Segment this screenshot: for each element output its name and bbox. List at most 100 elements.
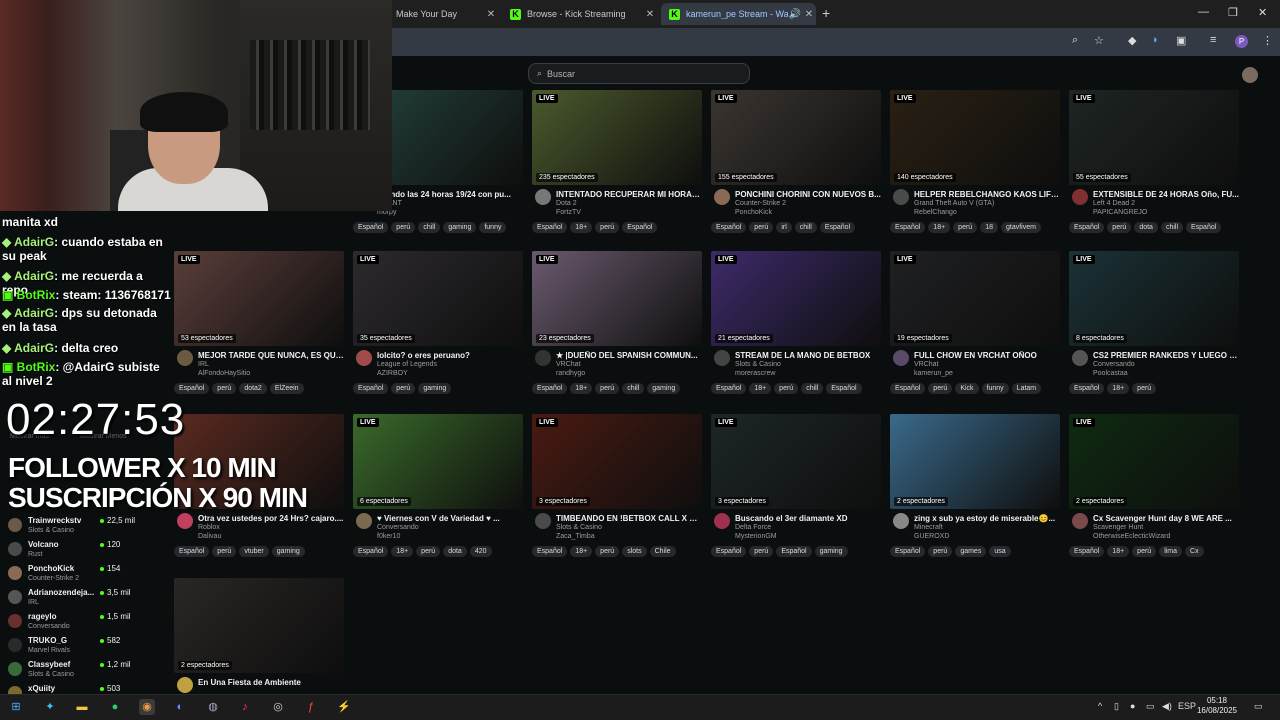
stream-thumbnail[interactable]: LIVE 53 espectadores: [174, 251, 344, 346]
stream-tag[interactable]: chill: [1160, 222, 1183, 233]
stream-tag[interactable]: perú: [212, 546, 237, 557]
stream-tag[interactable]: irl: [776, 222, 792, 233]
recommended-channel[interactable]: Adrianozendeja... IRL 3,5 mil: [8, 588, 131, 610]
stream-card[interactable]: LIVE 53 espectadores MEJOR TARDE QUE NUNCA…: [174, 251, 344, 394]
stream-tag[interactable]: gaming: [418, 383, 452, 394]
stream-tag[interactable]: usa: [989, 546, 1011, 557]
stream-card[interactable]: LIVE 21 espectadores STREAM DE LA MANO DE …: [711, 251, 881, 394]
stream-card[interactable]: LIVE 3 espectadores Buscando el 3er diaman…: [711, 414, 881, 557]
streamer-avatar[interactable]: [714, 350, 730, 366]
stream-category[interactable]: Minecraft: [914, 524, 943, 531]
stream-title[interactable]: Cx Scavenger Hunt day 8 WE ARE ...: [1093, 514, 1239, 523]
stream-thumbnail[interactable]: LIVE 140 espectadores: [890, 90, 1060, 185]
stream-category[interactable]: Grand Theft Auto V (GTA): [914, 200, 994, 207]
stream-tag[interactable]: games: [955, 546, 987, 557]
recommended-channel[interactable]: Classybeef Slots & Casino 1,2 mil: [8, 660, 131, 682]
tiktok-icon[interactable]: ♪: [237, 699, 253, 715]
stream-tag[interactable]: Español: [711, 222, 747, 233]
stream-thumbnail[interactable]: LIVE 8 espectadores: [1069, 251, 1239, 346]
tray-icon[interactable]: ▯: [1114, 701, 1119, 712]
stream-category[interactable]: Conversando: [1093, 361, 1135, 368]
streamer-name[interactable]: OtherwiseEclecticWizard: [1093, 533, 1170, 540]
stream-title[interactable]: Otra vez ustedes por 24 Hrs? cajaro....: [198, 514, 344, 523]
stream-title[interactable]: CS2 PREMIER RANKEDS Y LUEGO R...: [1093, 351, 1239, 360]
stream-tag[interactable]: dota2: [239, 383, 267, 394]
stream-thumbnail[interactable]: LIVE 19 espectadores: [890, 251, 1060, 346]
streamer-avatar[interactable]: [535, 350, 551, 366]
stream-thumbnail[interactable]: LIVE 235 espectadores: [532, 90, 702, 185]
stream-tag[interactable]: perú: [749, 222, 774, 233]
chrome-icon[interactable]: ◉: [139, 699, 155, 715]
stream-card[interactable]: LIVE 140 espectadores HELPER REBELCHANGO K…: [890, 90, 1060, 233]
stream-thumbnail[interactable]: LIVE 3 espectadores: [532, 414, 702, 509]
stream-tag[interactable]: 18+: [570, 222, 593, 233]
close-icon[interactable]: ✕: [484, 9, 498, 20]
stream-title[interactable]: lolcito? o eres peruano?: [377, 351, 523, 360]
stream-tag[interactable]: 18+: [928, 222, 951, 233]
streamer-name[interactable]: MysterionGM: [735, 533, 777, 540]
stream-tag[interactable]: perú: [212, 383, 237, 394]
stream-tag[interactable]: perú: [774, 383, 799, 394]
stream-title[interactable]: STREAM DE LA MANO DE BETBOX: [735, 351, 881, 360]
streamer-avatar[interactable]: [893, 350, 909, 366]
stream-tag[interactable]: perú: [749, 546, 774, 557]
streamer-name[interactable]: PonchoKick: [735, 209, 772, 216]
zoom-icon[interactable]: ⌕: [1072, 34, 1078, 47]
app-icon-2[interactable]: ⚡: [336, 699, 352, 715]
stream-tag[interactable]: 18: [980, 222, 998, 233]
speaker-icon[interactable]: 🔊: [788, 9, 802, 20]
minimize-button[interactable]: —: [1198, 6, 1209, 18]
taskbar-clock[interactable]: 05:18 16/08/2025: [1196, 696, 1238, 716]
stream-title[interactable]: INTENTADO RECUPERAR MI HORAR...: [556, 190, 702, 199]
app-icon[interactable]: ƒ: [303, 699, 319, 715]
stream-tag[interactable]: gaming: [443, 222, 477, 233]
stream-thumbnail[interactable]: LIVE 23 espectadores: [532, 251, 702, 346]
stream-category[interactable]: VRChat: [914, 361, 939, 368]
close-icon[interactable]: ✕: [802, 9, 816, 20]
streamer-name[interactable]: GUEROXD: [914, 533, 949, 540]
stream-card[interactable]: 2 espectadores En Una Fiesta de Ambiente: [174, 578, 344, 707]
stream-tag[interactable]: perú: [953, 222, 978, 233]
stream-thumbnail[interactable]: LIVE 155 espectadores: [711, 90, 881, 185]
streamer-name[interactable]: RebelChango: [914, 209, 957, 216]
stream-category[interactable]: Counter-Strike 2: [735, 200, 786, 207]
shield-icon[interactable]: ◗: [1152, 34, 1159, 46]
streamer-avatar[interactable]: [177, 513, 193, 529]
stream-category[interactable]: Dota 2: [556, 200, 577, 207]
stream-tag[interactable]: Chile: [649, 546, 676, 557]
stream-tag[interactable]: Latam: [1011, 383, 1042, 394]
stream-tag[interactable]: perú: [1132, 383, 1157, 394]
streamer-name[interactable]: AlFondoHaySitio: [198, 370, 250, 377]
stream-tag[interactable]: funny: [981, 383, 1009, 394]
copilot-icon[interactable]: ✦: [42, 699, 58, 715]
chevron-up-icon[interactable]: ^: [1098, 701, 1102, 711]
stream-tag[interactable]: Cx: [1185, 546, 1204, 557]
stream-tag[interactable]: Español: [711, 546, 747, 557]
discord-icon[interactable]: ◐: [172, 699, 188, 715]
stream-tag[interactable]: Español: [353, 546, 389, 557]
stream-title[interactable]: Buscando el 3er diamante XD: [735, 514, 881, 523]
microphone-icon[interactable]: ●: [1130, 701, 1135, 711]
stream-thumbnail[interactable]: LIVE 35 espectadores: [353, 251, 523, 346]
stream-tag[interactable]: gaming: [647, 383, 681, 394]
recommended-channel[interactable]: rageylo Conversando 1,5 mil: [8, 612, 131, 634]
stream-tag[interactable]: Español: [622, 222, 658, 233]
stream-tag[interactable]: Español: [1186, 222, 1222, 233]
stream-tag[interactable]: ElZeein: [269, 383, 304, 394]
streamer-avatar[interactable]: [714, 189, 730, 205]
streamer-name[interactable]: Dalivau: [198, 533, 221, 540]
stream-title[interactable]: FULL CHOW EN VRCHAT OÑOO: [914, 351, 1060, 360]
stream-title[interactable]: TIMBEANDO EN !BETBOX CALL X TI...: [556, 514, 702, 523]
streamer-avatar[interactable]: [535, 189, 551, 205]
stream-category[interactable]: Conversando: [377, 524, 419, 531]
streamer-avatar[interactable]: [356, 513, 372, 529]
stream-tag[interactable]: perú: [1132, 546, 1157, 557]
streamer-avatar[interactable]: [1072, 189, 1088, 205]
stream-category[interactable]: Roblox: [198, 524, 220, 531]
stream-category[interactable]: IRL: [198, 361, 209, 368]
stream-title[interactable]: zing x sub ya estoy de miserable😊...: [914, 514, 1060, 523]
stream-tag[interactable]: Español: [353, 222, 389, 233]
stream-tag[interactable]: perú: [595, 383, 620, 394]
stream-tag[interactable]: Español: [1069, 383, 1105, 394]
stream-tag[interactable]: 18+: [570, 546, 593, 557]
